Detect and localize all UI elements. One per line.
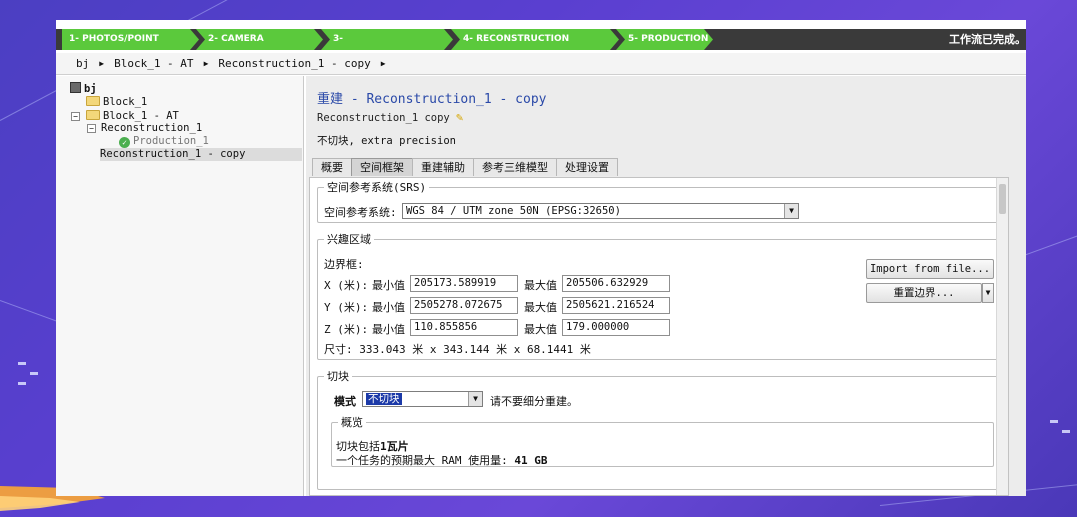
y-max-label: 最大值 [524,301,557,314]
x-axis-label: X (米): [324,279,369,292]
panel-scrollbar[interactable] [996,178,1008,495]
folder-icon [86,110,100,120]
folder-icon [86,96,100,106]
srs-label: 空间参考系统: [324,206,397,219]
z-min-input[interactable]: 110.855856 [410,319,518,336]
x-max-label: 最大值 [524,279,557,292]
import-from-file-button[interactable]: Import from file... [866,259,994,279]
tree-item-reconstruction-1[interactable]: Reconstruction_1 [101,122,202,135]
breadcrumb-item-block[interactable]: Block_1 - AT [114,57,193,70]
background-dot [1062,430,1070,433]
srs-group-title: 空间参考系统(SRS) [327,181,427,194]
tree-item-label: Block_1 [103,96,148,108]
reconstruction-name: Reconstruction_1 copy [317,112,450,124]
tiling-overview-title: 概览 [341,416,363,429]
workflow-status-text: 工作流已完成。 [949,33,1026,46]
tab-processing-settings[interactable]: 处理设置 [556,158,618,176]
reconstruction-description: 不切块, extra precision [317,135,456,147]
scrollbar-thumb[interactable] [999,184,1006,214]
tiling-overview-ram: 一个任务的预期最大 RAM 使用量: 41 GB [336,452,547,468]
tiling-mode-value: 不切块 [366,393,402,405]
tree-collapse-toggle-icon[interactable]: − [71,112,80,121]
spatial-framework-panel: 空间参考系统(SRS) 空间参考系统: WGS 84 / UTM zone 50… [309,177,1009,496]
workflow-step-bar: 1- PHOTOS/POINT CLOUDS 2- CAMERA PROPERT… [56,29,1026,50]
z-max-input[interactable]: 179.000000 [562,319,670,336]
main-content: 重建 - Reconstruction_1 - copy Reconstruct… [306,76,1026,496]
tree-item-production-1[interactable]: ✓ Production_1 [119,135,209,148]
background-dot [18,362,26,365]
breadcrumb-separator-icon: ▶ [99,59,105,68]
tab-bar: 概要 空间框架 重建辅助 参考三维模型 处理设置 [312,158,618,176]
chevron-down-icon[interactable]: ▼ [784,204,798,218]
tiling-overview-ram-prefix: 一个任务的预期最大 RAM 使用量: [336,454,515,467]
y-axis-label: Y (米): [324,301,369,314]
step-camera-properties[interactable]: 2- CAMERA PROPERTIES [196,29,323,50]
application-window: 1- PHOTOS/POINT CLOUDS 2- CAMERA PROPERT… [56,20,1026,496]
page-title: 重建 - Reconstruction_1 - copy [317,92,547,107]
background-dot [18,382,26,385]
tiling-group-title: 切块 [327,370,349,383]
breadcrumb-separator-icon: ▶ [380,59,386,68]
breadcrumb-item-reconstruction[interactable]: Reconstruction_1 - copy [218,57,370,70]
srs-select-value: WGS 84 / UTM zone 50N (EPSG:32650) [406,205,621,217]
tab-reference-3d-model[interactable]: 参考三维模型 [473,158,557,176]
background-dot [1050,420,1058,423]
tiling-mode-label: 模式 [334,395,356,408]
tree-item-label: Reconstruction_1 [101,122,203,134]
reset-bounds-button[interactable]: 重置边界... [866,283,982,303]
tiling-mode-hint: 请不要细分重建。 [490,395,578,408]
tab-spatial-framework[interactable]: 空间框架 [351,158,413,176]
tree-root-project[interactable]: bj [70,82,97,95]
chevron-down-icon[interactable]: ▼ [468,392,482,406]
roi-group-title: 兴趣区域 [327,233,371,246]
z-min-label: 最小值 [372,323,405,336]
bounding-box-label: 边界框: [324,258,364,271]
tree-collapse-toggle-icon[interactable]: − [87,124,96,133]
step-reconstruction-settings[interactable]: 4- RECONSTRUCTION SETTINGS [451,29,619,50]
x-max-input[interactable]: 205506.632929 [562,275,670,292]
tab-reconstruction-constraints[interactable]: 重建辅助 [412,158,474,176]
breadcrumb: bj ▶ Block_1 - AT ▶ Reconstruction_1 - c… [56,53,1026,75]
reset-bounds-dropdown-icon[interactable]: ▼ [982,283,994,303]
step-photos-point-clouds[interactable]: 1- PHOTOS/POINT CLOUDS [62,29,199,50]
z-axis-label: Z (米): [324,323,369,336]
tab-overview[interactable]: 概要 [312,158,352,176]
x-min-input[interactable]: 205173.589919 [410,275,518,292]
tree-item-label: Block_1 - AT [103,110,179,122]
project-icon [70,82,81,93]
z-max-label: 最大值 [524,323,557,336]
step-aerotriangulation[interactable]: 3- AEROTRIANGULATION [321,29,453,50]
background-dot [30,372,38,375]
y-max-input[interactable]: 2505621.216524 [562,297,670,314]
tree-item-reconstruction-1-copy[interactable]: Reconstruction_1 - copy [100,148,302,161]
breadcrumb-separator-icon: ▶ [203,59,209,68]
breadcrumb-item-project[interactable]: bj [76,57,89,70]
check-circle-icon: ✓ [119,137,130,148]
step-production[interactable]: 5- PRODUCTION [616,29,713,50]
y-min-input[interactable]: 2505278.072675 [410,297,518,314]
y-min-label: 最小值 [372,301,405,314]
tree-item-label: Reconstruction_1 - copy [100,148,246,160]
pencil-icon[interactable]: ✎ [456,110,470,124]
tree-root-label: bj [84,83,97,95]
tree-item-label: Production_1 [133,135,209,147]
x-min-label: 最小值 [372,279,405,292]
tiling-mode-select[interactable]: 不切块 ▼ [362,391,483,407]
tiling-overview-ram-value: 41 GB [514,454,548,467]
bounding-box-size: 尺寸: 333.043 米 x 343.144 米 x 68.1441 米 [324,343,591,356]
project-tree: bj Block_1 − Block_1 - AT − Reconstructi… [56,76,304,496]
srs-select[interactable]: WGS 84 / UTM zone 50N (EPSG:32650) ▼ [402,203,799,219]
tree-item-block-1[interactable]: Block_1 [86,96,147,109]
